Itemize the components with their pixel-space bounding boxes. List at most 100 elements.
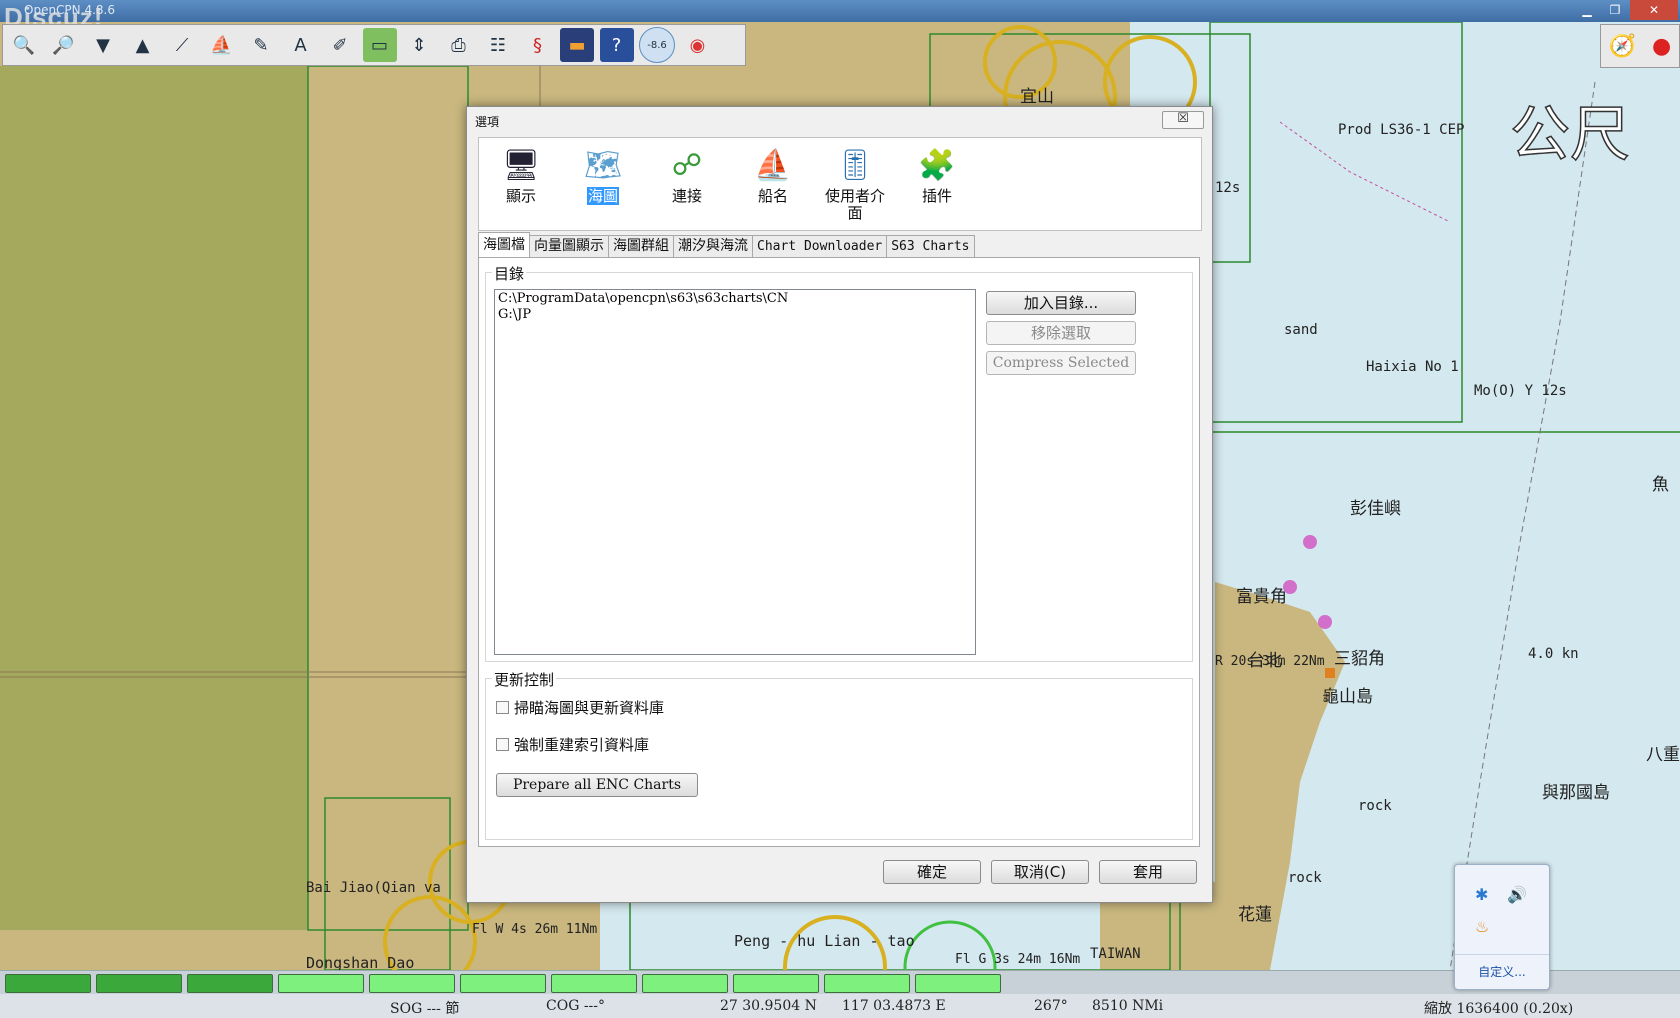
- peng-label: Peng - hu Lian - tao: [734, 932, 915, 950]
- taiwan-label: TAIWAN: [1090, 946, 1141, 962]
- tab-strip: 海圖檔 向量圖顯示 海圖群組 潮汐與海流 Chart Downloader S6…: [478, 232, 975, 257]
- zoom-in-icon[interactable]: 🔍: [7, 28, 41, 62]
- chart-segment[interactable]: [642, 974, 728, 993]
- track-icon[interactable]: §: [521, 28, 555, 62]
- tide-icon[interactable]: ⇕: [402, 28, 436, 62]
- bearing-status: 267°: [1034, 998, 1068, 1014]
- sog-status: SOG --- 節: [390, 1001, 460, 1017]
- bajian-label: 八重: [1646, 745, 1680, 765]
- route-icon[interactable]: ⟋: [165, 28, 199, 62]
- help-icon[interactable]: ?: [599, 28, 634, 62]
- chart-segment[interactable]: [187, 974, 273, 993]
- scale-up-icon[interactable]: ▲: [126, 28, 160, 62]
- list-item[interactable]: C:\ProgramData\opencpn\s63\s63charts\CN: [498, 291, 972, 307]
- update-control-group: 更新控制 掃瞄海圖與更新資料庫 強制重建索引資料庫 Prepare all EN…: [485, 669, 1193, 840]
- depth-icon[interactable]: ▬: [560, 28, 594, 62]
- lighthouse-label: 12s: [1215, 180, 1241, 196]
- zoom-out-icon[interactable]: 🔎: [47, 28, 81, 62]
- category-display[interactable]: 🖥 顯示: [479, 146, 563, 205]
- chart-segment[interactable]: [915, 974, 1001, 993]
- chart-segment[interactable]: [369, 974, 455, 993]
- volume-icon[interactable]: 🔊: [1507, 885, 1527, 904]
- ship-icon: ⛵: [754, 147, 792, 183]
- category-connections[interactable]: ☍ 連接: [645, 146, 729, 205]
- chart-segment[interactable]: [733, 974, 819, 993]
- sanzhao-label: 三貂角: [1334, 649, 1385, 669]
- app-tray-icon[interactable]: ✱: [1475, 885, 1488, 904]
- tab-chart-files[interactable]: 海圖檔: [478, 232, 530, 257]
- directories-group: 目錄 C:\ProgramData\opencpn\s63\s63charts\…: [485, 263, 1193, 662]
- compress-selected-button[interactable]: Compress Selected: [986, 351, 1136, 375]
- tab-chart-groups[interactable]: 海圖群組: [608, 235, 674, 257]
- settings-icon[interactable]: ☷: [481, 28, 515, 62]
- chart-segment[interactable]: [460, 974, 546, 993]
- ok-button[interactable]: 確定: [883, 860, 981, 884]
- tab-vector-display[interactable]: 向量圖顯示: [529, 235, 609, 257]
- rock2-label: rock: [1288, 870, 1322, 886]
- cancel-button[interactable]: 取消(C): [991, 860, 1089, 884]
- customize-link[interactable]: 自定义...: [1455, 954, 1549, 989]
- category-plugins[interactable]: 🧩 插件: [895, 146, 979, 205]
- cog-status: COG ---°: [546, 998, 606, 1014]
- yilan-label: 宜山: [1020, 87, 1054, 107]
- text-icon[interactable]: A: [284, 28, 318, 62]
- close-window-button[interactable]: ✕: [1630, 0, 1678, 20]
- maximize-button[interactable]: ❐: [1602, 0, 1628, 20]
- directories-label: 目錄: [492, 263, 527, 284]
- chart-segment[interactable]: [5, 974, 91, 993]
- dongshan-label: Dongshan Dao: [306, 954, 415, 970]
- chart-segment[interactable]: [96, 974, 182, 993]
- rebuild-index-checkbox[interactable]: 強制重建索引資料庫: [496, 734, 649, 755]
- tab-chart-downloader[interactable]: Chart Downloader: [752, 235, 888, 257]
- status-line: SOG --- 節 COG ---° 27 30.9504 N 117 03.4…: [0, 994, 1680, 1018]
- scale-down-icon[interactable]: ▼: [86, 28, 120, 62]
- apply-button[interactable]: 套用: [1099, 860, 1197, 884]
- list-item[interactable]: G:\JP: [498, 307, 972, 323]
- add-directory-button[interactable]: 加入目錄...: [986, 291, 1136, 315]
- light2-label: R 20s 36m 22Nm: [1215, 654, 1325, 669]
- directory-list[interactable]: C:\ProgramData\opencpn\s63\s63charts\CN …: [494, 289, 976, 655]
- yu-label: 魚: [1652, 475, 1669, 495]
- flame-icon[interactable]: ♨: [1475, 917, 1489, 936]
- chart-segment[interactable]: [551, 974, 637, 993]
- penghu-label: 彭佳嶼: [1350, 499, 1401, 519]
- yuping-label: 與那國島: [1542, 783, 1610, 803]
- tab-s63-charts[interactable]: S63 Charts: [886, 235, 975, 257]
- prod-label: Prod LS36-1 CEP: [1338, 122, 1465, 138]
- chart-icon[interactable]: ▭: [362, 28, 397, 62]
- hualian-label: 花蓮: [1238, 905, 1272, 925]
- fugui-label: 富貴角: [1236, 587, 1287, 607]
- chart-segment[interactable]: [278, 974, 364, 993]
- update-control-label: 更新控制: [492, 669, 557, 690]
- tools-icon[interactable]: ✎: [244, 28, 278, 62]
- dialog-close-button[interactable]: ☒: [1162, 111, 1204, 129]
- scan-charts-checkbox[interactable]: 掃瞄海圖與更新資料庫: [496, 697, 664, 718]
- tray-popup: ✱ 🔊 ♨ 自定义...: [1454, 864, 1550, 990]
- gps-status-icon: ●: [1651, 33, 1672, 59]
- light4-label: Fl G 3s 24m 16Nm: [955, 952, 1081, 967]
- checkbox-box[interactable]: [496, 701, 509, 714]
- print-icon[interactable]: ⎙: [442, 28, 476, 62]
- remove-selected-button[interactable]: 移除選取: [986, 321, 1136, 345]
- distance-status: 8510 NMi: [1092, 998, 1164, 1014]
- chart-segment[interactable]: [824, 974, 910, 993]
- guishan-label: 龜山島: [1322, 687, 1373, 707]
- category-ui[interactable]: 🎚 使用者介面: [813, 146, 897, 222]
- main-toolbar: 🔍 🔎 ▼ ▲ ⟋ ⛵ ✎ A ✐ ▭ ⇕ ⎙ ☷ § ▬ ? -8.6 ◉: [2, 24, 746, 66]
- compass-icon: 🧭: [1608, 33, 1637, 59]
- prepare-enc-button[interactable]: Prepare all ENC Charts: [496, 773, 698, 797]
- tab-tides-currents[interactable]: 潮汐與海流: [673, 235, 753, 257]
- mark-icon[interactable]: ✐: [323, 28, 357, 62]
- category-charts[interactable]: 🗺 海圖: [561, 146, 645, 205]
- checkbox-box[interactable]: [496, 738, 509, 751]
- category-ships[interactable]: ⛵ 船名: [731, 146, 815, 205]
- plugin-icon: 🧩: [918, 147, 956, 183]
- ship-icon[interactable]: ⛵: [205, 28, 239, 62]
- mob-icon[interactable]: ◉: [681, 28, 715, 62]
- compass-widget[interactable]: 🧭 ●: [1600, 24, 1680, 68]
- tab-panel: 目錄 C:\ProgramData\opencpn\s63\s63charts\…: [478, 257, 1200, 847]
- haixia-label: Haixia No 1: [1366, 359, 1459, 375]
- tide-value-icon[interactable]: -8.6: [639, 27, 675, 63]
- minimize-button[interactable]: ▁: [1574, 0, 1600, 20]
- category-bar: 🖥 顯示 🗺 海圖 ☍ 連接 ⛵ 船名 🎚 使用者介面 🧩 插件: [478, 137, 1202, 231]
